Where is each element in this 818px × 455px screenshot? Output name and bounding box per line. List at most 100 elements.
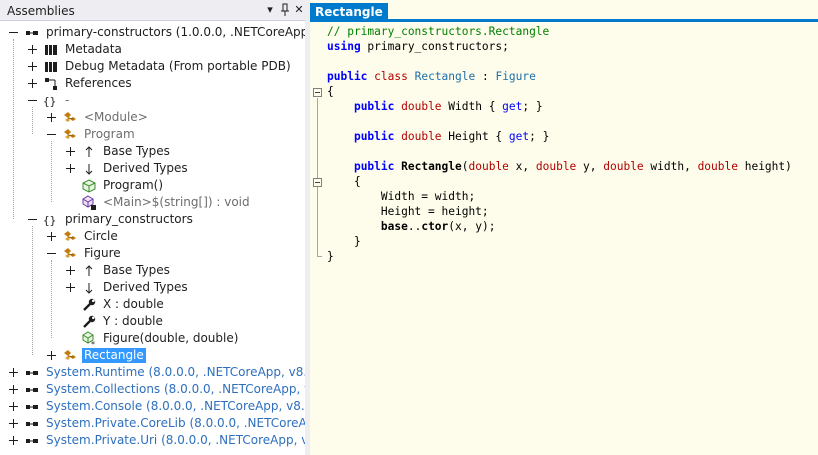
expand-icon[interactable] [28, 62, 37, 71]
tree-node[interactable]: Figure [0, 245, 305, 262]
tree-node-label: Base Types [103, 144, 170, 158]
assembly-tree[interactable]: primary-constructors (1.0.0.0, .NETCoreA… [0, 22, 305, 455]
namespace-icon: {} [43, 93, 59, 109]
code-token: class [374, 70, 408, 83]
code-token: { [327, 175, 361, 188]
expand-icon[interactable] [47, 351, 56, 360]
code-token: x, [508, 160, 536, 173]
expand-icon[interactable] [28, 79, 37, 88]
tree-node[interactable]: Program [0, 126, 305, 143]
tree-node[interactable]: Circle [0, 228, 305, 245]
tree-node[interactable]: {} - [0, 92, 305, 109]
code-token: height) [737, 160, 792, 173]
dropdown-chevron-icon[interactable]: ▾ [263, 2, 277, 18]
tree-guide-line [51, 260, 52, 338]
expand-icon[interactable] [9, 368, 18, 377]
tree-node[interactable]: {} primary_constructors [0, 211, 305, 228]
expand-icon[interactable] [66, 283, 75, 292]
code-token: double [468, 160, 509, 173]
tree-node[interactable]: System.Console (8.0.0.0, .NETCoreApp, v8… [0, 398, 305, 415]
svg-text:{}: {} [43, 214, 56, 227]
close-icon[interactable]: ✕ [292, 2, 305, 18]
collapse-icon[interactable] [47, 130, 56, 139]
tree-node-label: Figure(double, double) [103, 331, 239, 345]
tree-node-label: Debug Metadata (From portable PDB) [65, 59, 291, 73]
class-icon [62, 127, 78, 143]
tree-node-label: Base Types [103, 263, 170, 277]
code-token: Height { [441, 130, 509, 143]
tree-node[interactable]: Program() [0, 177, 305, 194]
code-token: base [380, 220, 408, 233]
tree-node[interactable]: System.Private.CoreLib (8.0.0.0, .NETCor… [0, 415, 305, 432]
code-token: double [401, 100, 442, 113]
code-editor[interactable]: // primary_constructors.Rectangle using p… [310, 22, 818, 455]
code-token: double [535, 160, 577, 173]
tree-node[interactable]: Rectangle [0, 347, 305, 364]
code-line: { [327, 84, 334, 99]
code-token: } [327, 235, 361, 248]
code-token: } [327, 250, 334, 263]
fold-toggle-class[interactable] [313, 88, 322, 97]
code-line: } [327, 234, 361, 249]
expand-icon[interactable] [66, 164, 75, 173]
code-line: using primary_constructors; [327, 39, 509, 54]
collapse-icon[interactable] [9, 28, 18, 37]
tree-node-label: primary-constructors (1.0.0.0, .NETCoreA… [46, 25, 305, 39]
tree-node[interactable]: primary-constructors (1.0.0.0, .NETCoreA… [0, 24, 305, 41]
collapse-icon[interactable] [28, 215, 37, 224]
code-token: public [353, 160, 395, 173]
expand-icon[interactable] [9, 419, 18, 428]
tree-node[interactable]: X : double [0, 296, 305, 313]
tree-node[interactable]: System.Collections (8.0.0.0, .NETCoreApp… [0, 381, 305, 398]
code-token: double [697, 160, 738, 173]
expand-icon[interactable] [9, 436, 18, 445]
pin-icon[interactable] [278, 2, 292, 18]
collapse-icon[interactable] [28, 96, 37, 105]
tree-node-label: Rectangle [82, 348, 146, 363]
tree-node[interactable]: System.Runtime (8.0.0.0, .NETCoreApp, v8… [0, 364, 305, 381]
tree-node[interactable]: Y : double [0, 313, 305, 330]
code-token: public [327, 70, 368, 83]
method-icon [81, 178, 97, 194]
expand-icon[interactable] [9, 385, 18, 394]
code-token: : [475, 70, 496, 83]
tree-node[interactable]: References [0, 75, 305, 92]
class-icon [62, 348, 78, 364]
tree-node[interactable]: <Main>$(string[]) : void [0, 194, 305, 211]
code-token: public [353, 130, 395, 143]
tree-node[interactable]: Debug Metadata (From portable PDB) [0, 58, 305, 75]
tree-node[interactable]: Derived Types [0, 160, 305, 177]
code-token: primary_constructors; [360, 40, 509, 53]
expand-icon[interactable] [47, 113, 56, 122]
tree-node[interactable]: Base Types [0, 262, 305, 279]
code-token: { [327, 85, 334, 98]
expand-icon[interactable] [28, 45, 37, 54]
code-line: // primary_constructors.Rectangle [327, 24, 549, 39]
code-token: Rectangle [401, 160, 462, 173]
expand-icon[interactable] [9, 402, 18, 411]
property-icon [81, 297, 97, 313]
tree-node[interactable]: * Figure(double, double) [0, 330, 305, 349]
code-line: { [327, 174, 361, 189]
expand-icon[interactable] [47, 232, 56, 241]
collapse-icon[interactable] [47, 249, 56, 258]
derived-types-icon [81, 280, 97, 296]
tree-node[interactable]: Base Types [0, 143, 305, 160]
property-icon [81, 314, 97, 330]
tree-node[interactable]: Metadata [0, 41, 305, 58]
expand-icon[interactable] [66, 147, 75, 156]
private-method-icon [81, 195, 97, 211]
fold-toggle-constructor[interactable] [313, 178, 322, 187]
tree-node[interactable]: System.Private.Uri (8.0.0.0, .NETCoreApp… [0, 432, 305, 449]
tree-node[interactable]: Derived Types [0, 279, 305, 296]
code-token: Width = width; [327, 190, 476, 203]
code-line: Width = width; [327, 189, 475, 204]
tree-node-label: <Module> [84, 110, 148, 124]
tree-node-label: Derived Types [103, 161, 188, 175]
expand-icon[interactable] [66, 266, 75, 275]
tree-node-label: References [65, 76, 132, 90]
code-token: Width { [441, 100, 503, 113]
tree-node[interactable]: <Module> [0, 109, 305, 126]
